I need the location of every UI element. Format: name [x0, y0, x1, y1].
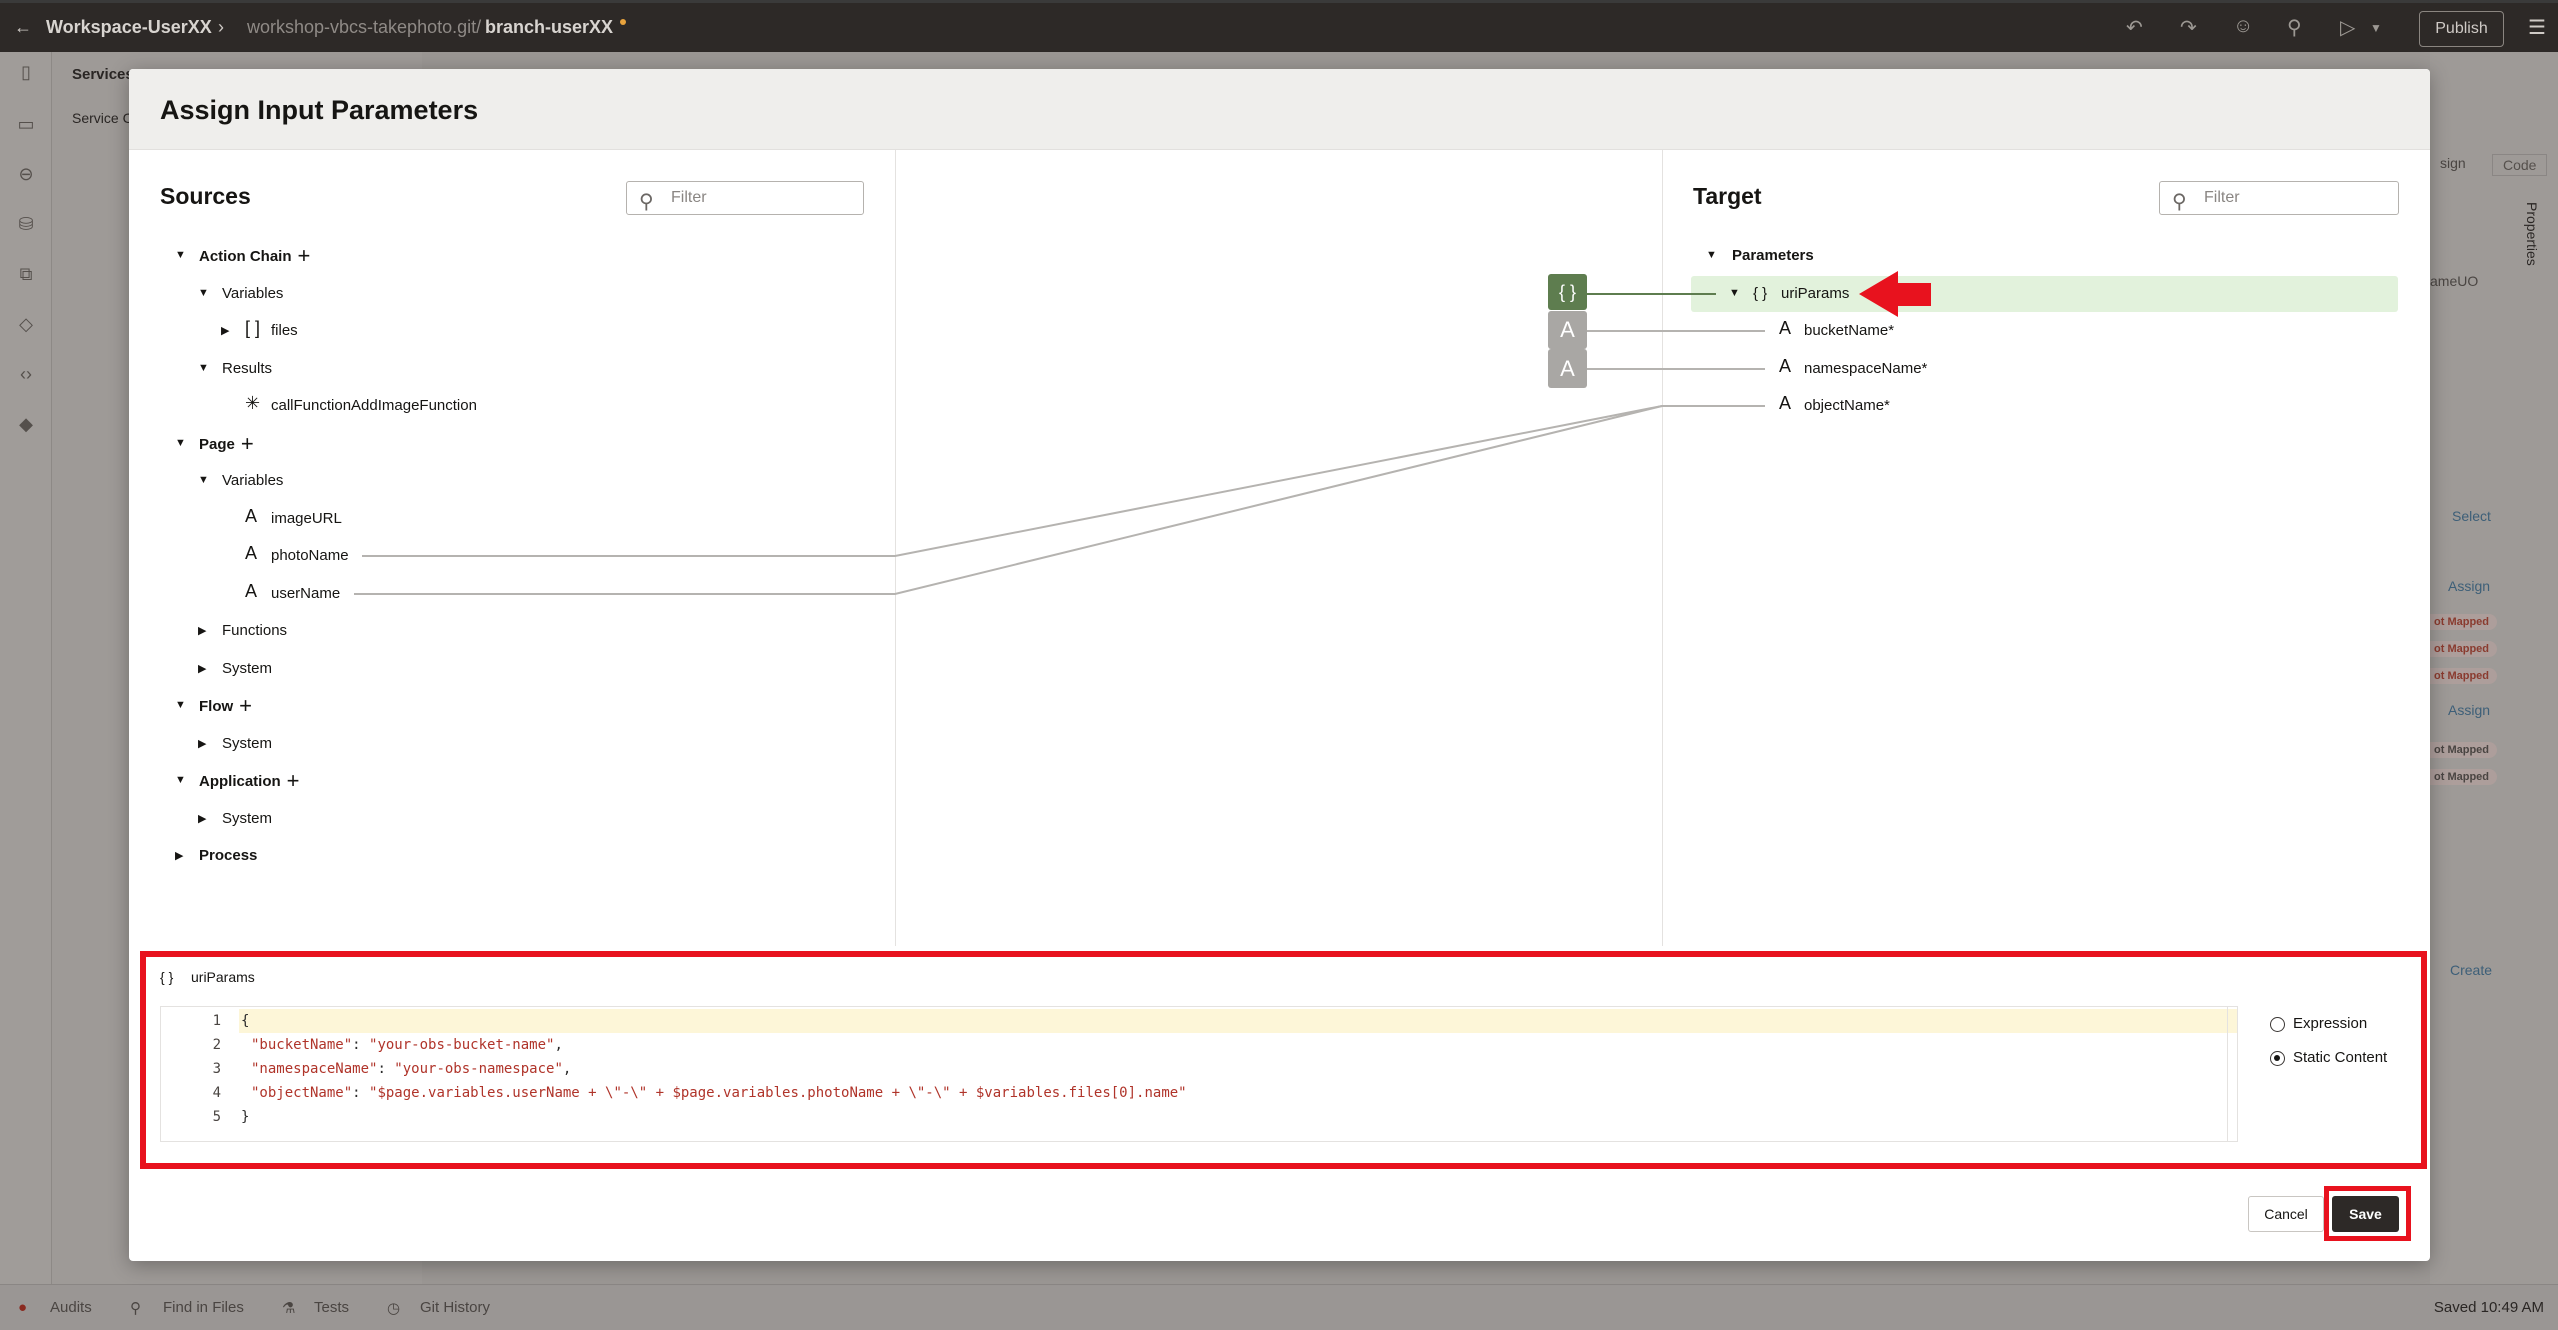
- current-line-highlight: [239, 1009, 2237, 1033]
- expression-radio[interactable]: [2270, 1017, 2285, 1032]
- mapping-line-photoname: [362, 405, 1765, 557]
- detail-label: uriParams: [191, 969, 255, 985]
- json-key: "namespaceName": [251, 1061, 378, 1077]
- line-number: 1: [212, 1013, 221, 1029]
- code-brace: {: [241, 1013, 250, 1029]
- code-line: "bucketName": "your-obs-bucket-name",: [251, 1037, 563, 1053]
- json-key: "objectName": [251, 1085, 353, 1101]
- code-line: }: [241, 1105, 249, 1129]
- expression-label[interactable]: Expression: [2293, 1015, 2367, 1032]
- json-value: "$page.variables.userName + \"-\" + $pag…: [369, 1085, 1187, 1101]
- object-icon: { }: [160, 969, 174, 985]
- red-arrow-annotation: [1859, 271, 1931, 317]
- code-brace: }: [241, 1109, 250, 1125]
- mapping-line-username: [354, 405, 1663, 595]
- editor-scrollbar[interactable]: [2227, 1007, 2237, 1141]
- json-comma: ,: [554, 1037, 563, 1053]
- json-code-editor[interactable]: 1 {2 "bucketName": "your-obs-bucket-name",…: [160, 1006, 2238, 1142]
- line-number: 2: [212, 1037, 221, 1053]
- line-number: 4: [212, 1085, 221, 1101]
- line-number: 3: [212, 1061, 221, 1077]
- line-number: 5: [212, 1109, 221, 1125]
- code-line: "namespaceName": "your-obs-namespace",: [251, 1061, 572, 1077]
- code-line: "objectName": "$page.variables.userName …: [251, 1085, 1187, 1101]
- code-line: {: [241, 1009, 249, 1033]
- mapping-box-string[interactable]: A: [1548, 311, 1587, 349]
- static-content-radio[interactable]: [2270, 1051, 2285, 1066]
- json-key: "bucketName": [251, 1037, 353, 1053]
- save-button[interactable]: Save: [2332, 1196, 2399, 1232]
- json-value: "your-obs-namespace": [394, 1061, 563, 1077]
- static-content-label[interactable]: Static Content: [2293, 1049, 2387, 1066]
- json-comma: ,: [562, 1061, 572, 1077]
- json-value: "your-obs-bucket-name": [369, 1037, 555, 1053]
- mapping-box-string[interactable]: A: [1548, 349, 1587, 388]
- mapping-box-object[interactable]: { }: [1548, 274, 1587, 310]
- cancel-button[interactable]: Cancel: [2248, 1196, 2324, 1232]
